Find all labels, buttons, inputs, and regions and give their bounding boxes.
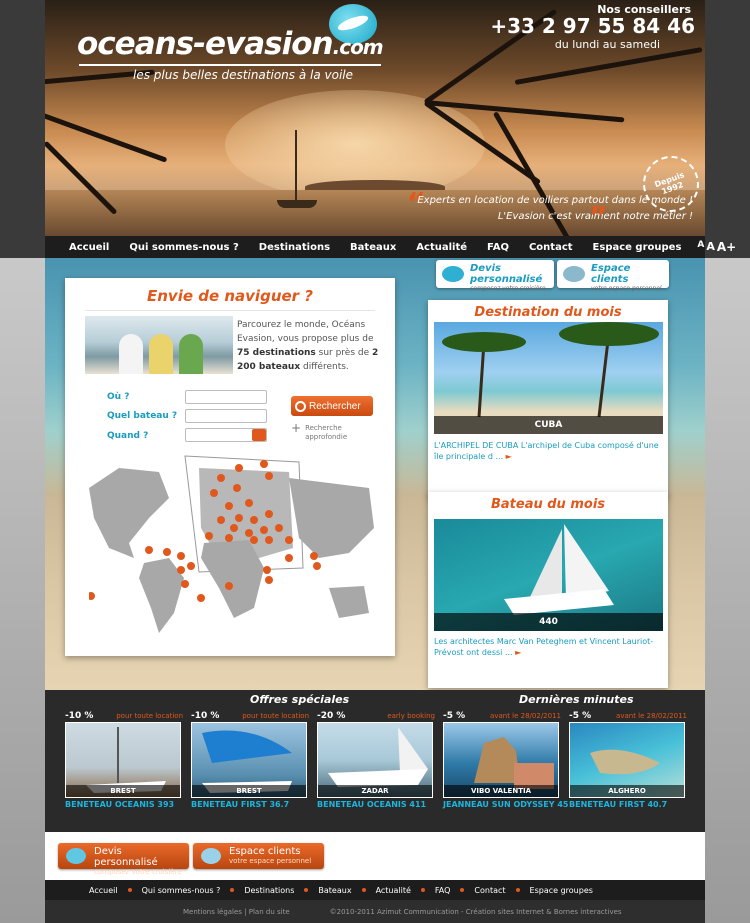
left-margin [0, 0, 45, 923]
boat-description[interactable]: Les architectes Marc Van Peteghem et Vin… [434, 636, 662, 658]
footer-nav-destinations[interactable]: Destinations [244, 886, 294, 895]
offers-section: Offres spéciales Dernières minutes -10 %… [45, 690, 705, 832]
boat-title: Bateau du mois [490, 497, 606, 512]
main-nav: Accueil Qui sommes-nous ? Destinations B… [45, 236, 736, 258]
advanced-search-link[interactable]: + Recherche approfondie [291, 421, 357, 442]
clients-icon [201, 848, 221, 864]
zoom-plus-icon: + [291, 421, 302, 435]
footer-nav-actualite[interactable]: Actualité [376, 886, 411, 895]
nav-destinations[interactable]: Destinations [259, 242, 330, 253]
offer-card[interactable]: -10 % pour toute location BREST BENETEAU … [191, 710, 309, 809]
devis-button-bottom[interactable]: Devis personnalisé composez votre croisi… [58, 843, 189, 876]
search-button[interactable]: Rechercher [291, 396, 373, 416]
boat-label: Quel bateau ? [107, 411, 178, 421]
header-quote: Experts en location de voiliers partout … [417, 195, 693, 222]
boat-photo[interactable]: 440 [434, 519, 663, 631]
offer-card[interactable]: -5 % avant le 28/02/2011 VIBO VALENTIA JE… [443, 710, 568, 809]
calendar-icon[interactable] [252, 429, 266, 441]
clients-icon [563, 266, 585, 282]
footer-nav-faq[interactable]: FAQ [435, 886, 451, 895]
offer-card[interactable]: -20 % early booking ZADAR BENETEAU OCEANI… [317, 710, 435, 809]
search-title: Envie de naviguer ? [146, 287, 313, 305]
copyright: ©2010-2011 Azimut Communication - Créati… [329, 907, 622, 916]
logo[interactable]: oceans-evasion.com [77, 26, 384, 62]
quote-close-icon: ” [589, 200, 608, 233]
search-intro: Parcourez le monde, Océans Evasion, vous… [237, 320, 379, 372]
header: oceans-evasion.com les plus belles desti… [45, 0, 705, 236]
nav-faq[interactable]: FAQ [487, 242, 509, 253]
offer-photo: BREST [191, 722, 307, 798]
offer-card[interactable]: -5 % avant le 28/02/2011 ALGHERO BENETEAU… [569, 710, 687, 809]
family-photo [85, 316, 233, 374]
boat-caption: 440 [434, 613, 663, 631]
main-content: Devis personnalisé composez votre croisi… [45, 258, 705, 690]
font-large-button[interactable]: A+ [717, 240, 736, 254]
bottom-buttons: Devis personnalisé composez votre croisi… [45, 832, 705, 880]
search-card: Envie de naviguer ? Parcourez le monde, … [65, 278, 395, 656]
world-map[interactable] [89, 448, 379, 648]
destination-description[interactable]: L'ARCHIPEL DE CUBA L'archipel de Cuba co… [434, 440, 662, 462]
footer-nav-contact[interactable]: Contact [474, 886, 505, 895]
right-margin [705, 0, 750, 923]
footer-nav-espace-groupes[interactable]: Espace groupes [530, 886, 593, 895]
where-input[interactable] [185, 390, 267, 404]
nav-espace-groupes[interactable]: Espace groupes [593, 242, 682, 253]
phone-hours: du lundi au samedi [554, 38, 660, 51]
devis-icon [66, 848, 86, 864]
boat-card: Bateau du mois 440 Les architectes Marc … [428, 492, 668, 688]
special-offers-title: Offres spéciales [250, 693, 350, 706]
offer-photo: ALGHERO [569, 722, 685, 798]
footer-nav: Accueil Qui sommes-nous ? Destinations B… [45, 880, 705, 900]
last-minute-title: Dernières minutes [519, 693, 634, 706]
nav-contact[interactable]: Contact [529, 242, 573, 253]
destination-title: Destination du mois [474, 305, 622, 320]
font-small-button[interactable]: A [697, 240, 704, 254]
legal-links[interactable]: Mentions légales | Plan du site [183, 908, 290, 916]
nav-accueil[interactable]: Accueil [69, 242, 109, 253]
font-size-controls: A A A+ [697, 240, 736, 254]
phone-number: +33 2 97 55 84 46 [490, 14, 695, 38]
destination-caption: CUBA [434, 416, 663, 434]
footer-nav-qui-sommes-nous[interactable]: Qui sommes-nous ? [142, 886, 221, 895]
boat-input[interactable] [185, 409, 267, 423]
espace-clients-button-bottom[interactable]: Espace clients votre espace personnel [193, 843, 324, 869]
espace-clients-button-top[interactable]: Espace clients votre espace personnel [557, 260, 669, 292]
search-icon [295, 400, 306, 412]
footer-bottom: Mentions légales | Plan du site ©2010-20… [45, 900, 705, 923]
destination-card: Destination du mois CUBA L'ARCHIPEL DE C… [428, 300, 668, 497]
sailboat-image [295, 130, 297, 205]
nav-bateaux[interactable]: Bateaux [350, 242, 396, 253]
cuba-photo[interactable]: CUBA [434, 322, 663, 434]
footer-nav-bateaux[interactable]: Bateaux [318, 886, 351, 895]
devis-icon [442, 266, 464, 282]
offer-photo: ZADAR [317, 722, 433, 798]
where-label: Où ? [107, 392, 130, 402]
nav-qui-sommes-nous[interactable]: Qui sommes-nous ? [129, 242, 238, 253]
nav-actualite[interactable]: Actualité [416, 242, 467, 253]
tagline: les plus belles destinations à la voile [133, 68, 353, 82]
offer-photo: VIBO VALENTIA [443, 722, 559, 798]
page: oceans-evasion.com les plus belles desti… [45, 0, 736, 923]
offer-photo: BREST [65, 722, 181, 798]
devis-button-top[interactable]: Devis personnalisé composez votre croisi… [436, 260, 554, 292]
footer-nav-accueil[interactable]: Accueil [89, 886, 118, 895]
offer-card[interactable]: -10 % pour toute location BREST BENETEAU … [65, 710, 183, 809]
when-label: Quand ? [107, 431, 149, 441]
font-medium-button[interactable]: A [706, 240, 715, 254]
